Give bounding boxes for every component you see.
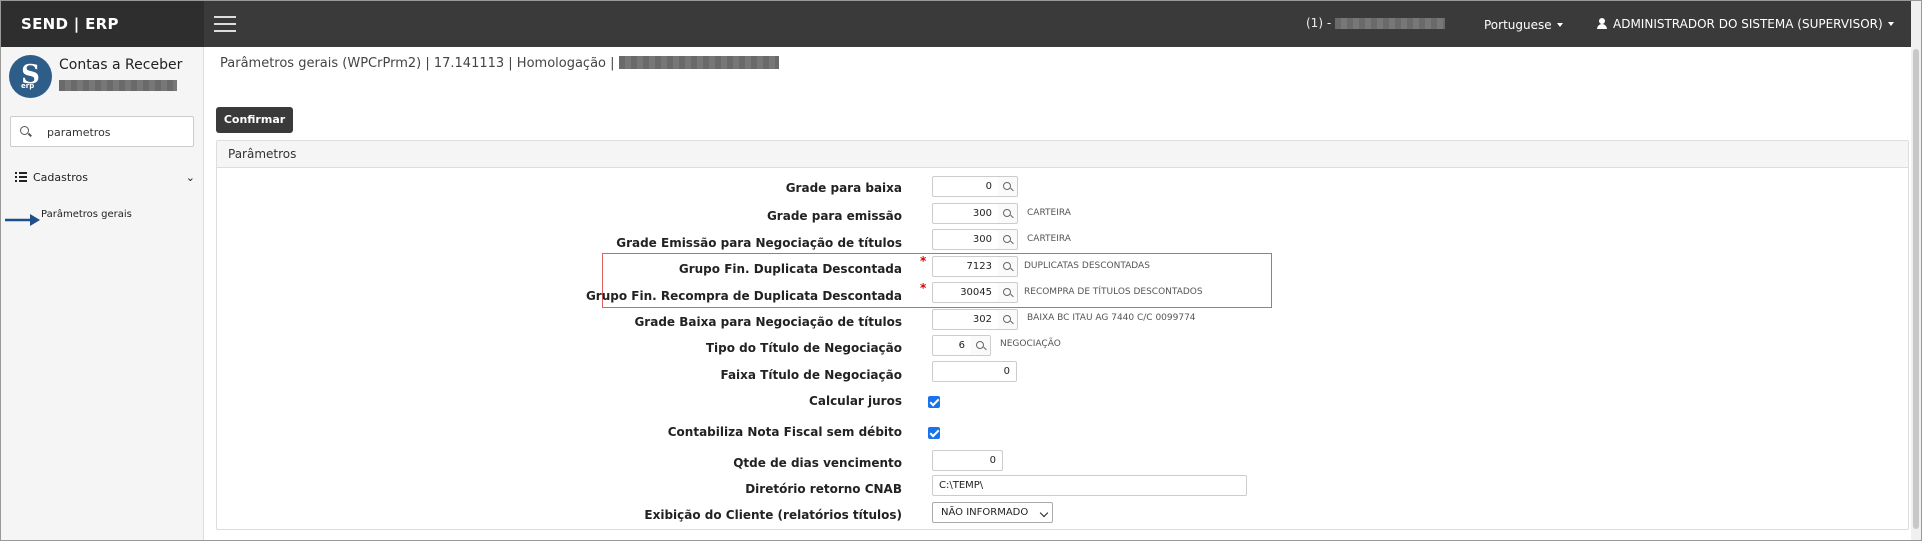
caret-down-icon bbox=[1887, 22, 1894, 26]
label-grupo-fin-recompra: Grupo Fin. Recompra de Duplicata Descont… bbox=[585, 289, 902, 303]
scrollbar-thumb[interactable] bbox=[1913, 49, 1919, 529]
desc-grade-emissao: CARTEIRA bbox=[1027, 208, 1071, 218]
breadcrumb-text: Parâmetros gerais (WPCrPrm2) | 17.141113… bbox=[220, 56, 615, 71]
sidebar-group-cadastros[interactable]: Cadastros ⌄ bbox=[15, 171, 195, 184]
module-title: Contas a Receber bbox=[59, 57, 183, 73]
menu-toggle-icon[interactable] bbox=[214, 16, 236, 32]
input-grupo-fin-duplicata[interactable]: 7123 bbox=[932, 256, 999, 277]
input-diretorio-cnab[interactable]: C:\TEMP\ bbox=[932, 475, 1247, 496]
label-grade-emissao: Grade para emissão bbox=[766, 209, 902, 223]
chevron-down-icon: ⌄ bbox=[185, 171, 195, 184]
arrow-pointer-icon bbox=[5, 214, 40, 226]
desc-tipo-titulo: NEGOCIAÇÃO bbox=[1000, 339, 1061, 349]
lookup-search-icon[interactable] bbox=[998, 203, 1018, 224]
sidebar-group-label: Cadastros bbox=[33, 171, 88, 184]
redacted-module-subtitle bbox=[59, 80, 177, 91]
input-grade-baixa[interactable]: 0 bbox=[932, 176, 999, 197]
module-logo: Serp bbox=[9, 55, 52, 98]
input-faixa-titulo[interactable]: 0 bbox=[932, 361, 1017, 382]
lookup-search-icon[interactable] bbox=[971, 335, 991, 356]
label-tipo-titulo: Tipo do Título de Negociação bbox=[705, 341, 902, 355]
label-calcular-juros: Calcular juros bbox=[809, 394, 902, 408]
lookup-search-icon[interactable] bbox=[998, 309, 1018, 330]
input-grupo-fin-recompra[interactable]: 30045 bbox=[932, 282, 999, 303]
user-menu[interactable]: ADMINISTRADOR DO SISTEMA (SUPERVISOR) bbox=[1597, 17, 1894, 31]
label-grupo-fin-duplicata: Grupo Fin. Duplicata Descontada bbox=[678, 262, 902, 276]
brand-logo[interactable]: SEND | ERP bbox=[1, 1, 204, 47]
label-grade-emissao-negociacao: Grade Emissão para Negociação de títulos bbox=[616, 236, 902, 250]
desc-grupo-fin-duplicata: DUPLICATAS DESCONTADAS bbox=[1024, 261, 1150, 271]
app-window: SEND | ERP (1) - Portuguese ADMINISTRADO… bbox=[0, 0, 1922, 541]
user-icon bbox=[1597, 18, 1607, 29]
company-selector[interactable]: (1) - bbox=[1306, 16, 1445, 30]
confirm-button[interactable]: Confirmar bbox=[216, 107, 293, 133]
sidebar-search[interactable] bbox=[10, 116, 194, 147]
lookup-search-icon[interactable] bbox=[998, 229, 1018, 250]
list-icon bbox=[15, 172, 27, 182]
input-tipo-titulo[interactable]: 6 bbox=[932, 335, 972, 356]
redacted-environment bbox=[618, 56, 779, 69]
checkbox-calcular-juros[interactable] bbox=[928, 396, 940, 408]
select-exibicao-cliente[interactable]: NÃO INFORMADO bbox=[932, 502, 1053, 523]
select-value: NÃO INFORMADO bbox=[941, 507, 1029, 518]
top-navbar: SEND | ERP (1) - Portuguese ADMINISTRADO… bbox=[1, 1, 1921, 47]
user-name: ADMINISTRADOR DO SISTEMA (SUPERVISOR) bbox=[1613, 17, 1883, 31]
lookup-search-icon[interactable] bbox=[998, 176, 1018, 197]
parameters-panel: Parâmetros bbox=[216, 140, 1909, 530]
input-qtde-dias[interactable]: 0 bbox=[932, 450, 1003, 471]
desc-grade-emissao-negociacao: CARTEIRA bbox=[1027, 234, 1071, 244]
panel-title: Parâmetros bbox=[217, 141, 1908, 168]
label-grade-baixa: Grade para baixa bbox=[785, 181, 902, 195]
checkbox-contabiliza-nota[interactable] bbox=[928, 427, 940, 439]
label-qtde-dias: Qtde de dias vencimento bbox=[733, 456, 902, 470]
language-dropdown[interactable]: Portuguese bbox=[1484, 18, 1563, 32]
redacted-company-name bbox=[1334, 18, 1445, 29]
sidebar-item-parametros-gerais[interactable]: Parâmetros gerais bbox=[41, 209, 132, 220]
chevron-down-icon bbox=[1039, 508, 1049, 518]
lookup-search-icon[interactable] bbox=[998, 256, 1018, 277]
caret-down-icon bbox=[1556, 23, 1563, 27]
required-marker: * bbox=[920, 254, 927, 268]
desc-grupo-fin-recompra: RECOMPRA DE TÍTULOS DESCONTADOS bbox=[1024, 287, 1203, 297]
required-marker: * bbox=[920, 281, 927, 295]
company-prefix: (1) - bbox=[1306, 16, 1332, 30]
label-exibicao-cliente: Exibição do Cliente (relatórios títulos) bbox=[644, 508, 902, 522]
sidebar: Serp Contas a Receber Cadastros ⌄ Parâme… bbox=[1, 47, 204, 540]
lookup-search-icon[interactable] bbox=[998, 282, 1018, 303]
input-grade-baixa-negociacao[interactable]: 302 bbox=[932, 309, 999, 330]
label-grade-baixa-negociacao: Grade Baixa para Negociação de títulos bbox=[634, 315, 902, 329]
label-diretorio-cnab: Diretório retorno CNAB bbox=[745, 482, 902, 496]
desc-grade-baixa-negociacao: BAIXA BC ITAU AG 7440 C/C 0099774 bbox=[1027, 313, 1196, 323]
input-grade-emissao[interactable]: 300 bbox=[932, 203, 999, 224]
language-label: Portuguese bbox=[1484, 18, 1552, 32]
breadcrumb: Parâmetros gerais (WPCrPrm2) | 17.141113… bbox=[220, 56, 779, 71]
label-faixa-titulo: Faixa Título de Negociação bbox=[720, 368, 902, 382]
search-icon bbox=[20, 126, 29, 135]
page-scrollbar[interactable] bbox=[1911, 1, 1921, 540]
sidebar-search-input[interactable] bbox=[47, 123, 187, 141]
label-contabiliza-nota: Contabiliza Nota Fiscal sem débito bbox=[667, 425, 902, 439]
input-grade-emissao-negociacao[interactable]: 300 bbox=[932, 229, 999, 250]
